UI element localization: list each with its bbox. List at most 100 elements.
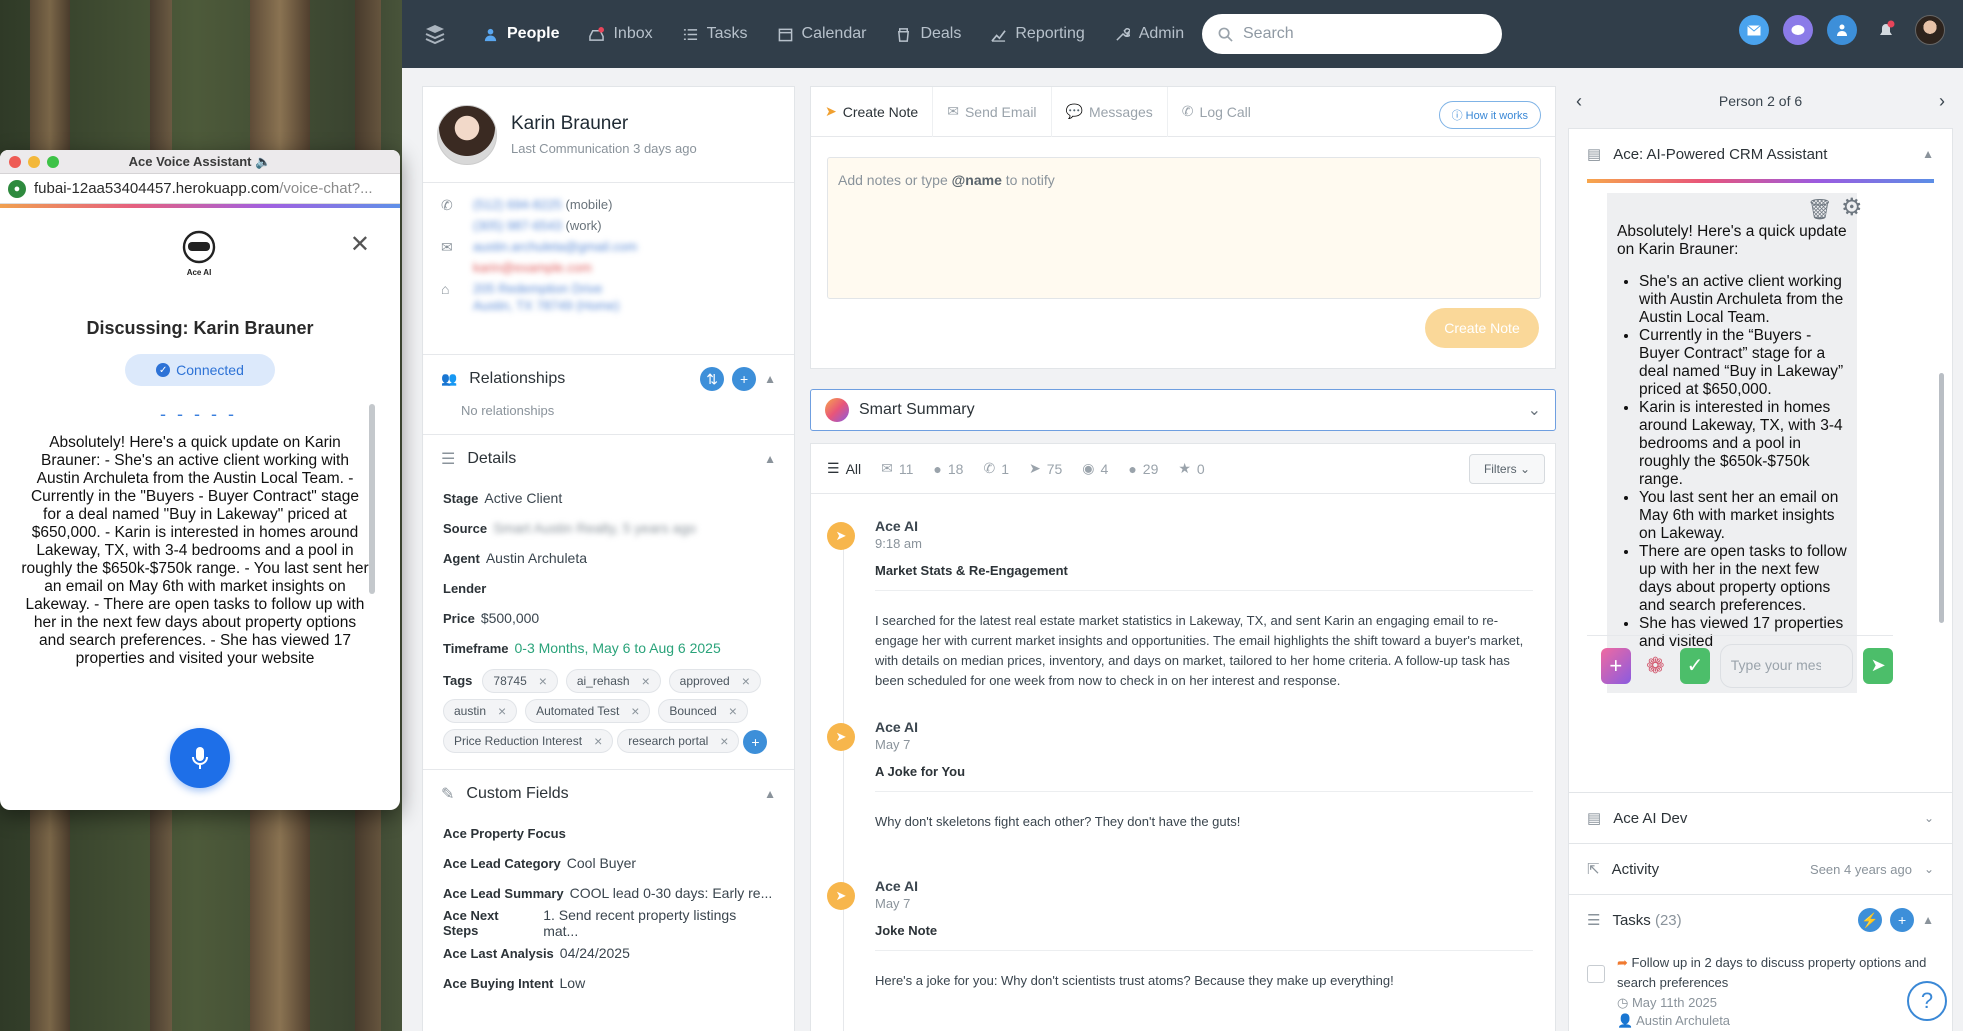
filter-conversations[interactable]: ◉ 4 [1072, 444, 1118, 494]
user-avatar[interactable] [1915, 15, 1945, 45]
note-textarea[interactable]: Add notes or type @name to notify [827, 157, 1541, 299]
scrollbar[interactable] [369, 404, 375, 594]
filter-emails[interactable]: ✉ 11 [871, 444, 923, 494]
bell-icon[interactable] [1871, 15, 1901, 45]
details-header[interactable]: ☰ Details ▲ [423, 435, 794, 483]
close-icon[interactable]: × [594, 733, 602, 749]
chevron-up-icon[interactable]: ▲ [764, 452, 776, 466]
lightning-icon[interactable]: ⚡ [1858, 908, 1883, 932]
filter-notes[interactable]: ➤ 75 [1019, 444, 1072, 494]
tag-chip[interactable]: approved × [668, 669, 761, 693]
close-icon[interactable]: × [742, 673, 750, 689]
tag-chip[interactable]: Automated Test × [525, 699, 651, 723]
task-text[interactable]: Follow up in 2 days to discuss property … [1617, 955, 1926, 990]
chevron-up-icon[interactable]: ▲ [1922, 147, 1934, 161]
agent-value[interactable]: Austin Archuleta [486, 550, 587, 566]
chevron-up-icon[interactable]: ▲ [1922, 913, 1934, 927]
chevron-left-icon[interactable]: ‹ [1576, 91, 1582, 112]
tag-chip[interactable]: Price Reduction Interest × [443, 729, 614, 753]
nav-people[interactable]: People [468, 0, 574, 68]
brain-icon[interactable]: ❁ [1641, 648, 1671, 684]
tag-chip[interactable]: austin × [443, 699, 518, 723]
tab-messages[interactable]: 💬 Messages [1052, 86, 1168, 137]
chevron-down-icon[interactable]: ⌄ [1528, 400, 1541, 420]
activity-header[interactable]: ⇱ Activity Seen 4 years ago ⌄ [1569, 844, 1952, 894]
nav-admin[interactable]: Admin [1100, 0, 1199, 68]
ace-ai-dev-header[interactable]: ▤ Ace AI Dev ⌄ [1569, 793, 1952, 843]
phone-work[interactable]: (305) 987-6543 [473, 218, 562, 233]
filter-all[interactable]: ☰ All [817, 444, 871, 494]
source-value[interactable]: Smart Austin Realty, 5 years ago [493, 520, 696, 536]
field-value[interactable]: 04/24/2025 [560, 945, 630, 961]
add-icon[interactable]: + [1601, 647, 1631, 684]
close-icon[interactable]: × [631, 703, 639, 719]
filters-dropdown[interactable]: Filters ⌄ [1468, 454, 1545, 484]
search-input[interactable]: Search [1202, 14, 1502, 54]
filter-drips[interactable]: ● 29 [1118, 444, 1168, 494]
add-task-button[interactable]: + [1890, 908, 1915, 932]
ace-assistant-header[interactable]: ▤ Ace: AI-Powered CRM Assistant ▲ [1569, 129, 1952, 179]
chat-icon[interactable] [1783, 15, 1813, 45]
relationships-header[interactable]: 👥 Relationships ⇅ + ▲ [423, 355, 794, 403]
field-value[interactable]: 1. Send recent property listings mat... [543, 907, 774, 939]
filter-favorites[interactable]: ★ 0 [1168, 444, 1214, 494]
nav-deals[interactable]: Deals [881, 0, 976, 68]
nav-tasks[interactable]: Tasks [668, 0, 763, 68]
create-note-button[interactable]: Create Note [1425, 308, 1539, 348]
filter-messages[interactable]: ● 18 [923, 444, 973, 494]
tab-send-email[interactable]: ✉ Send Email [933, 86, 1052, 137]
stage-value[interactable]: Active Client [484, 490, 562, 506]
link-person-button[interactable]: ⇅ [700, 367, 725, 391]
person-avatar[interactable] [437, 104, 497, 165]
add-tag-button[interactable]: + [743, 730, 768, 754]
chevron-right-icon[interactable]: › [1939, 91, 1945, 112]
price-value[interactable]: $500,000 [481, 610, 539, 626]
tag-chip[interactable]: research portal × [617, 729, 740, 753]
tasks-header[interactable]: ☰ Tasks (23) ⚡ + ▲ [1569, 895, 1952, 945]
trash-icon[interactable]: 🗑 [1807, 197, 1832, 222]
gear-icon[interactable]: ⚙ [1841, 193, 1863, 222]
person-name[interactable]: Karin Brauner [511, 113, 697, 135]
chevron-down-icon[interactable]: ⌄ [1924, 862, 1934, 876]
tab-log-call[interactable]: ✆ Log Call [1168, 87, 1265, 137]
close-icon[interactable]: ✕ [350, 230, 370, 259]
smart-summary-bar[interactable]: Smart Summary ⌄ [810, 389, 1556, 431]
help-button[interactable]: ? [1907, 981, 1947, 1021]
custom-fields-header[interactable]: ✎ Custom Fields ▲ [423, 770, 794, 818]
field-value[interactable]: COOL lead 0-30 days: Early re... [570, 885, 773, 901]
task-checkbox[interactable] [1587, 965, 1605, 983]
tab-create-note[interactable]: ➤ Create Note [811, 86, 934, 137]
how-it-works-button[interactable]: ⓘ How it works [1438, 101, 1541, 129]
close-icon[interactable]: × [539, 673, 547, 689]
field-label[interactable]: Ace Property Focus [443, 826, 566, 841]
field-value[interactable]: Low [560, 975, 586, 991]
nav-inbox[interactable]: Inbox [574, 0, 667, 68]
close-icon[interactable]: × [498, 703, 506, 719]
timeframe-value[interactable]: 0-3 Months, May 6 to Aug 6 2025 [515, 640, 721, 656]
close-icon[interactable]: × [729, 703, 737, 719]
email-icon[interactable] [1739, 15, 1769, 45]
scrollbar[interactable] [1939, 373, 1944, 623]
tag-chip[interactable]: ai_rehash × [565, 669, 661, 693]
people-sync-icon[interactable] [1827, 15, 1857, 45]
send-icon[interactable]: ➤ [1863, 647, 1894, 684]
ai-message-input[interactable]: Type your message [1719, 643, 1854, 688]
chevron-up-icon[interactable]: ▲ [764, 787, 776, 801]
tag-chip[interactable]: 78745 × [482, 669, 558, 693]
chevron-down-icon[interactable]: ⌄ [1924, 811, 1934, 825]
add-relationship-button[interactable]: + [732, 367, 757, 391]
check-icon[interactable]: ✓ [1680, 647, 1710, 684]
nav-reporting[interactable]: Reporting [976, 0, 1099, 68]
microphone-button[interactable] [170, 728, 230, 788]
phone-mobile[interactable]: (512) 694-8225 [473, 197, 562, 212]
app-logo-icon[interactable] [402, 23, 468, 45]
address-line2[interactable]: Austin, TX 78749 (Home) [473, 298, 619, 313]
lender-label[interactable]: Lender [443, 581, 486, 596]
email-secondary[interactable]: karin@example.com [473, 260, 637, 275]
address-line1[interactable]: 205 Redemption Drive [473, 281, 619, 296]
field-value[interactable]: Cool Buyer [567, 855, 636, 871]
chevron-up-icon[interactable]: ▲ [764, 372, 776, 386]
close-icon[interactable]: × [720, 733, 728, 749]
filter-calls[interactable]: ✆ 1 [973, 444, 1019, 494]
nav-calendar[interactable]: Calendar [763, 0, 882, 68]
